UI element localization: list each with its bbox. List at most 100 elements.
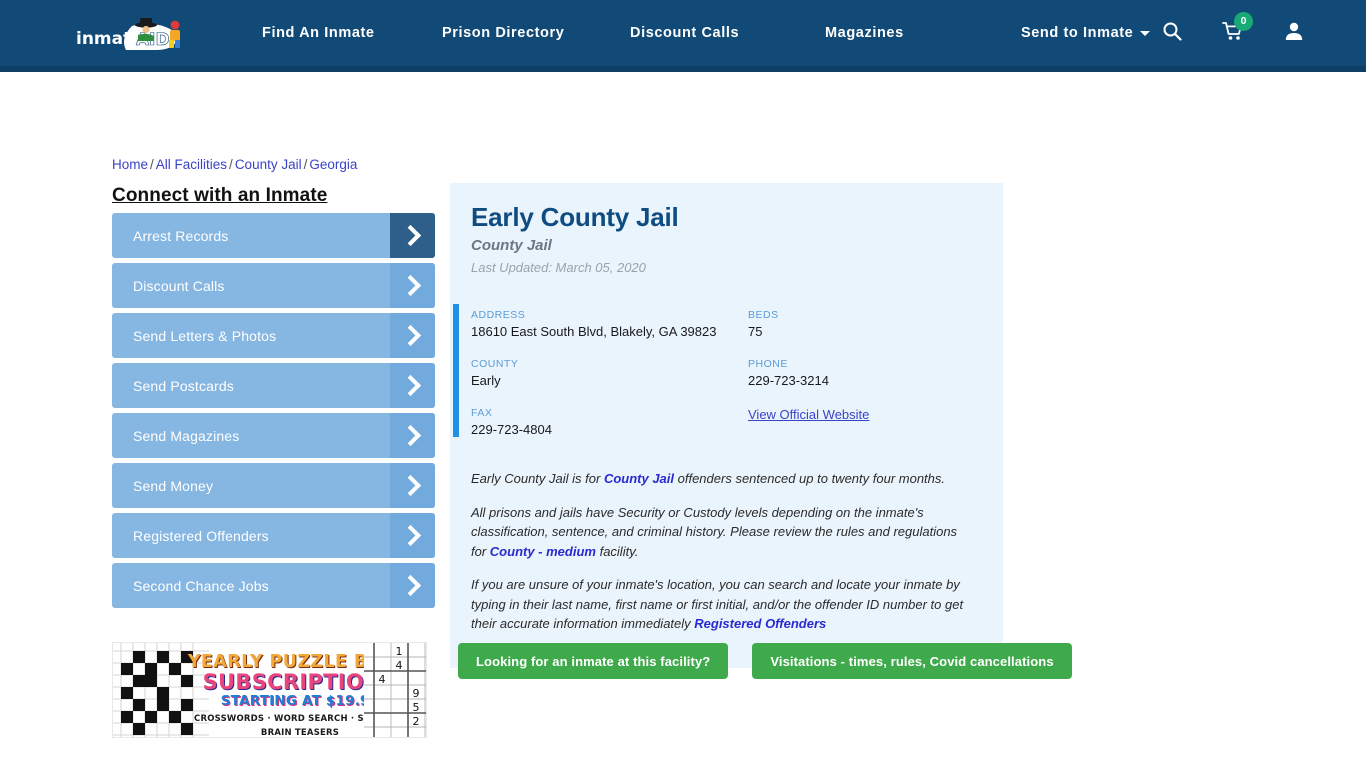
cta-button-row: Looking for an inmate at this facility? … (458, 643, 1072, 679)
nav-item-send-to-inmate-label: Send to Inmate (1021, 25, 1134, 41)
breadcrumb-separator-1: / (150, 157, 154, 172)
county-label: COUNTY (471, 358, 519, 370)
info-column-right: BEDS 75 PHONE 229-723-3214 View Official… (748, 308, 998, 455)
sidebar-item-send-money[interactable]: Send Money (112, 463, 435, 508)
page-body: Home / All Facilities / County Jail / Georgia … (0, 72, 1366, 768)
sidebar-item-label: Discount Calls (133, 277, 225, 294)
sudoku-grid-graphic: 1 4 4 9 5 2 (364, 643, 426, 737)
search-icon[interactable] (1162, 21, 1182, 46)
sidebar-item-label: Second Chance Jobs (133, 577, 269, 594)
sidebar-item-label: Registered Offenders (133, 527, 269, 544)
sidebar-item-send-letters-photos[interactable]: Send Letters & Photos (112, 313, 435, 358)
nav-slot-0: Find An Inmate (262, 0, 442, 66)
fax-value: 229-723-4804 (471, 422, 552, 437)
user-account-icon[interactable] (1284, 21, 1304, 46)
sidebar-item-label: Send Postcards (133, 377, 234, 394)
description-paragraph-1: Early County Jail is for County Jail off… (471, 469, 973, 489)
site-header: inmate AID Find An Inmate (0, 0, 1366, 72)
chevron-right-icon (390, 213, 435, 258)
para1-text-b: offenders sentenced up to twenty four mo… (674, 471, 946, 486)
facility-type: County Jail (471, 237, 552, 254)
chevron-down-icon (1140, 30, 1151, 36)
user-account-icon-svg (1285, 22, 1303, 40)
sidebar-item-send-magazines[interactable]: Send Magazines (112, 413, 435, 458)
search-icon-svg (1163, 22, 1182, 41)
nav-item-magazines[interactable]: Magazines (825, 25, 904, 41)
puzzle-book-ad-banner[interactable]: YEARLY PUZZLE BOOK SUBSCRIPTIONS STARTIN… (112, 642, 427, 738)
nav-slot-3: Magazines (825, 0, 1021, 66)
sidebar-item-registered-offenders[interactable]: Registered Offenders (112, 513, 435, 558)
visitations-button[interactable]: Visitations - times, rules, Covid cancel… (752, 643, 1072, 679)
facility-description: Early County Jail is for County Jail off… (450, 463, 1003, 668)
breadcrumb-item-all-facilities[interactable]: All Facilities (156, 157, 227, 172)
breadcrumb: Home / All Facilities / County Jail / Georgia (112, 157, 357, 172)
nav-item-send-to-inmate[interactable]: Send to Inmate (1021, 25, 1151, 41)
info-column-left: ADDRESS 18610 East South Blvd, Blakely, … (471, 308, 748, 455)
beds-label: BEDS (748, 309, 779, 321)
chevron-right-icon (390, 463, 435, 508)
svg-text:2: 2 (413, 715, 420, 728)
info-grid: ADDRESS 18610 East South Blvd, Blakely, … (471, 308, 1003, 455)
para1-text-a: Early County Jail is for (471, 471, 604, 486)
inmate-aid-logo[interactable]: inmate AID (74, 16, 194, 56)
cart-icon[interactable]: 0 (1222, 11, 1253, 46)
svg-text:9: 9 (413, 687, 420, 700)
sidebar-item-discount-calls[interactable]: Discount Calls (112, 263, 435, 308)
nav-slot-4: Send to Inmate (1021, 0, 1171, 66)
sidebar-heading: Connect with an Inmate (112, 185, 328, 206)
looking-for-inmate-button[interactable]: Looking for an inmate at this facility? (458, 643, 729, 679)
sidebar-item-send-postcards[interactable]: Send Postcards (112, 363, 435, 408)
info-item-phone: PHONE 229-723-3214 (748, 357, 998, 390)
facility-info-block: ADDRESS 18610 East South Blvd, Blakely, … (450, 304, 1003, 463)
info-item-fax: FAX 229-723-4804 (471, 406, 748, 439)
facility-card-header: Early County Jail County Jail Last Updat… (450, 183, 1003, 277)
info-item-beds: BEDS 75 (748, 308, 998, 341)
breadcrumb-separator-3: / (303, 157, 308, 172)
chevron-right-icon (390, 413, 435, 458)
svg-text:5: 5 (413, 701, 420, 714)
phone-label: PHONE (748, 358, 788, 370)
info-item-website: View Official Website (748, 406, 998, 424)
breadcrumb-item-home[interactable]: Home (112, 157, 148, 172)
header-inner: inmate AID Find An Inmate (0, 0, 1366, 66)
fax-label: FAX (471, 407, 493, 419)
phone-value: 229-723-3214 (748, 373, 829, 388)
nav-item-discount-calls[interactable]: Discount Calls (630, 25, 739, 41)
sidebar-item-label: Send Magazines (133, 427, 240, 444)
breadcrumb-item-georgia[interactable]: Georgia (309, 157, 357, 172)
chevron-right-icon (390, 563, 435, 608)
sidebar-item-label: Send Money (133, 477, 214, 494)
svg-text:inmate: inmate (76, 29, 143, 49)
county-jail-link[interactable]: County Jail (604, 471, 674, 486)
description-paragraph-3: If you are unsure of your inmate's locat… (471, 575, 973, 634)
registered-offenders-link[interactable]: Registered Offenders (694, 616, 826, 631)
sidebar-item-label: Send Letters & Photos (133, 327, 277, 344)
address-label: ADDRESS (471, 309, 526, 321)
nav-item-prison-directory[interactable]: Prison Directory (442, 25, 564, 41)
info-item-address: ADDRESS 18610 East South Blvd, Blakely, … (471, 308, 748, 341)
svg-text:1: 1 (396, 645, 403, 658)
chevron-right-icon (390, 513, 435, 558)
info-item-county: COUNTY Early (471, 357, 748, 390)
sidebar-item-second-chance-jobs[interactable]: Second Chance Jobs (112, 563, 435, 608)
header-icons: 0 (1162, 0, 1304, 66)
nav-slot-2: Discount Calls (630, 0, 825, 66)
nav-item-find-an-inmate[interactable]: Find An Inmate (262, 25, 375, 41)
view-official-website-link[interactable]: View Official Website (748, 407, 869, 422)
sidebar-nav: Arrest Records Discount Calls Send Lette… (112, 213, 435, 613)
logo-svg: inmate AID (76, 18, 180, 50)
breadcrumb-item-county-jail[interactable]: County Jail (235, 157, 302, 172)
county-value: Early (471, 373, 501, 388)
primary-nav: Find An Inmate Prison Directory Discount… (262, 0, 1171, 66)
svg-text:4: 4 (396, 659, 403, 672)
description-paragraph-2: All prisons and jails have Security or C… (471, 503, 973, 562)
sidebar-item-arrest-records[interactable]: Arrest Records (112, 213, 435, 258)
county-medium-link[interactable]: County - medium (490, 544, 596, 559)
breadcrumb-separator-2: / (229, 157, 233, 172)
cart-count-badge: 0 (1234, 11, 1253, 31)
page-title: Early County Jail (471, 202, 679, 232)
last-updated-text: Last Updated: March 05, 2020 (471, 260, 646, 275)
para2-text-b: facility. (595, 543, 639, 559)
chevron-right-icon (390, 313, 435, 358)
chevron-right-icon (390, 263, 435, 308)
